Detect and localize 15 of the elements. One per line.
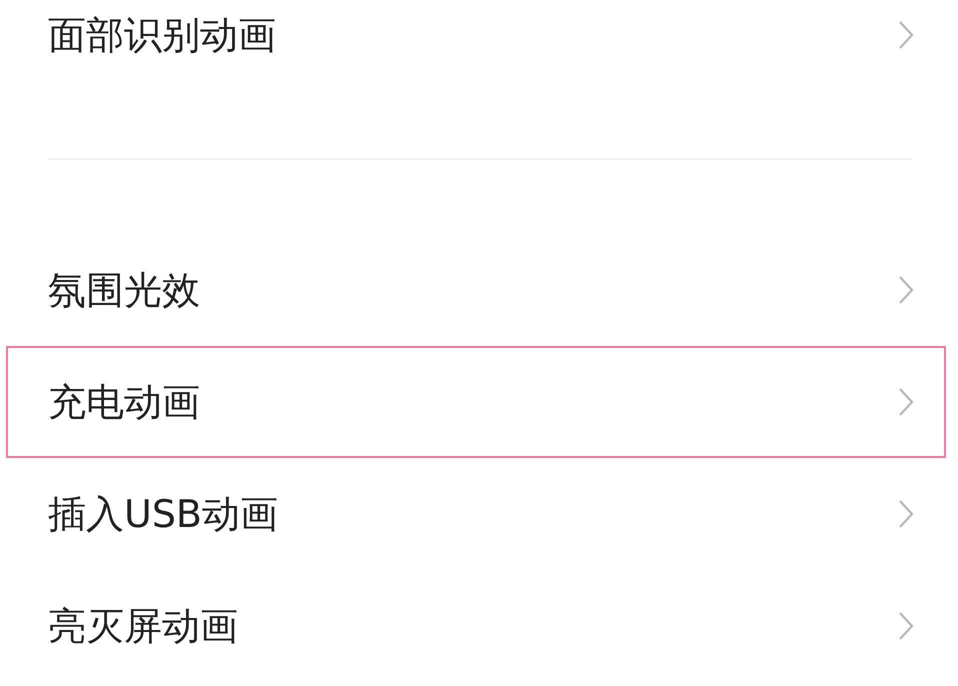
settings-row[interactable]: 充电动画 <box>6 346 946 458</box>
row-label: 插入USB动画 <box>48 490 278 538</box>
chevron-right-icon <box>898 387 914 417</box>
row-label: 亮灭屏动画 <box>48 602 238 650</box>
chevron-right-icon <box>898 275 914 305</box>
settings-row[interactable]: 亮灭屏动画 <box>6 570 946 682</box>
settings-row[interactable]: 插入USB动画 <box>6 458 946 570</box>
chevron-right-icon <box>898 499 914 529</box>
chevron-right-icon <box>898 20 914 50</box>
row-label: 充电动画 <box>48 378 200 426</box>
settings-row[interactable]: 氛围光效 <box>6 234 946 346</box>
row-label: 氛围光效 <box>48 266 200 314</box>
settings-row[interactable]: 面部识别动画 <box>6 0 946 70</box>
row-label: 面部识别动画 <box>48 12 276 58</box>
chevron-right-icon <box>898 611 914 641</box>
